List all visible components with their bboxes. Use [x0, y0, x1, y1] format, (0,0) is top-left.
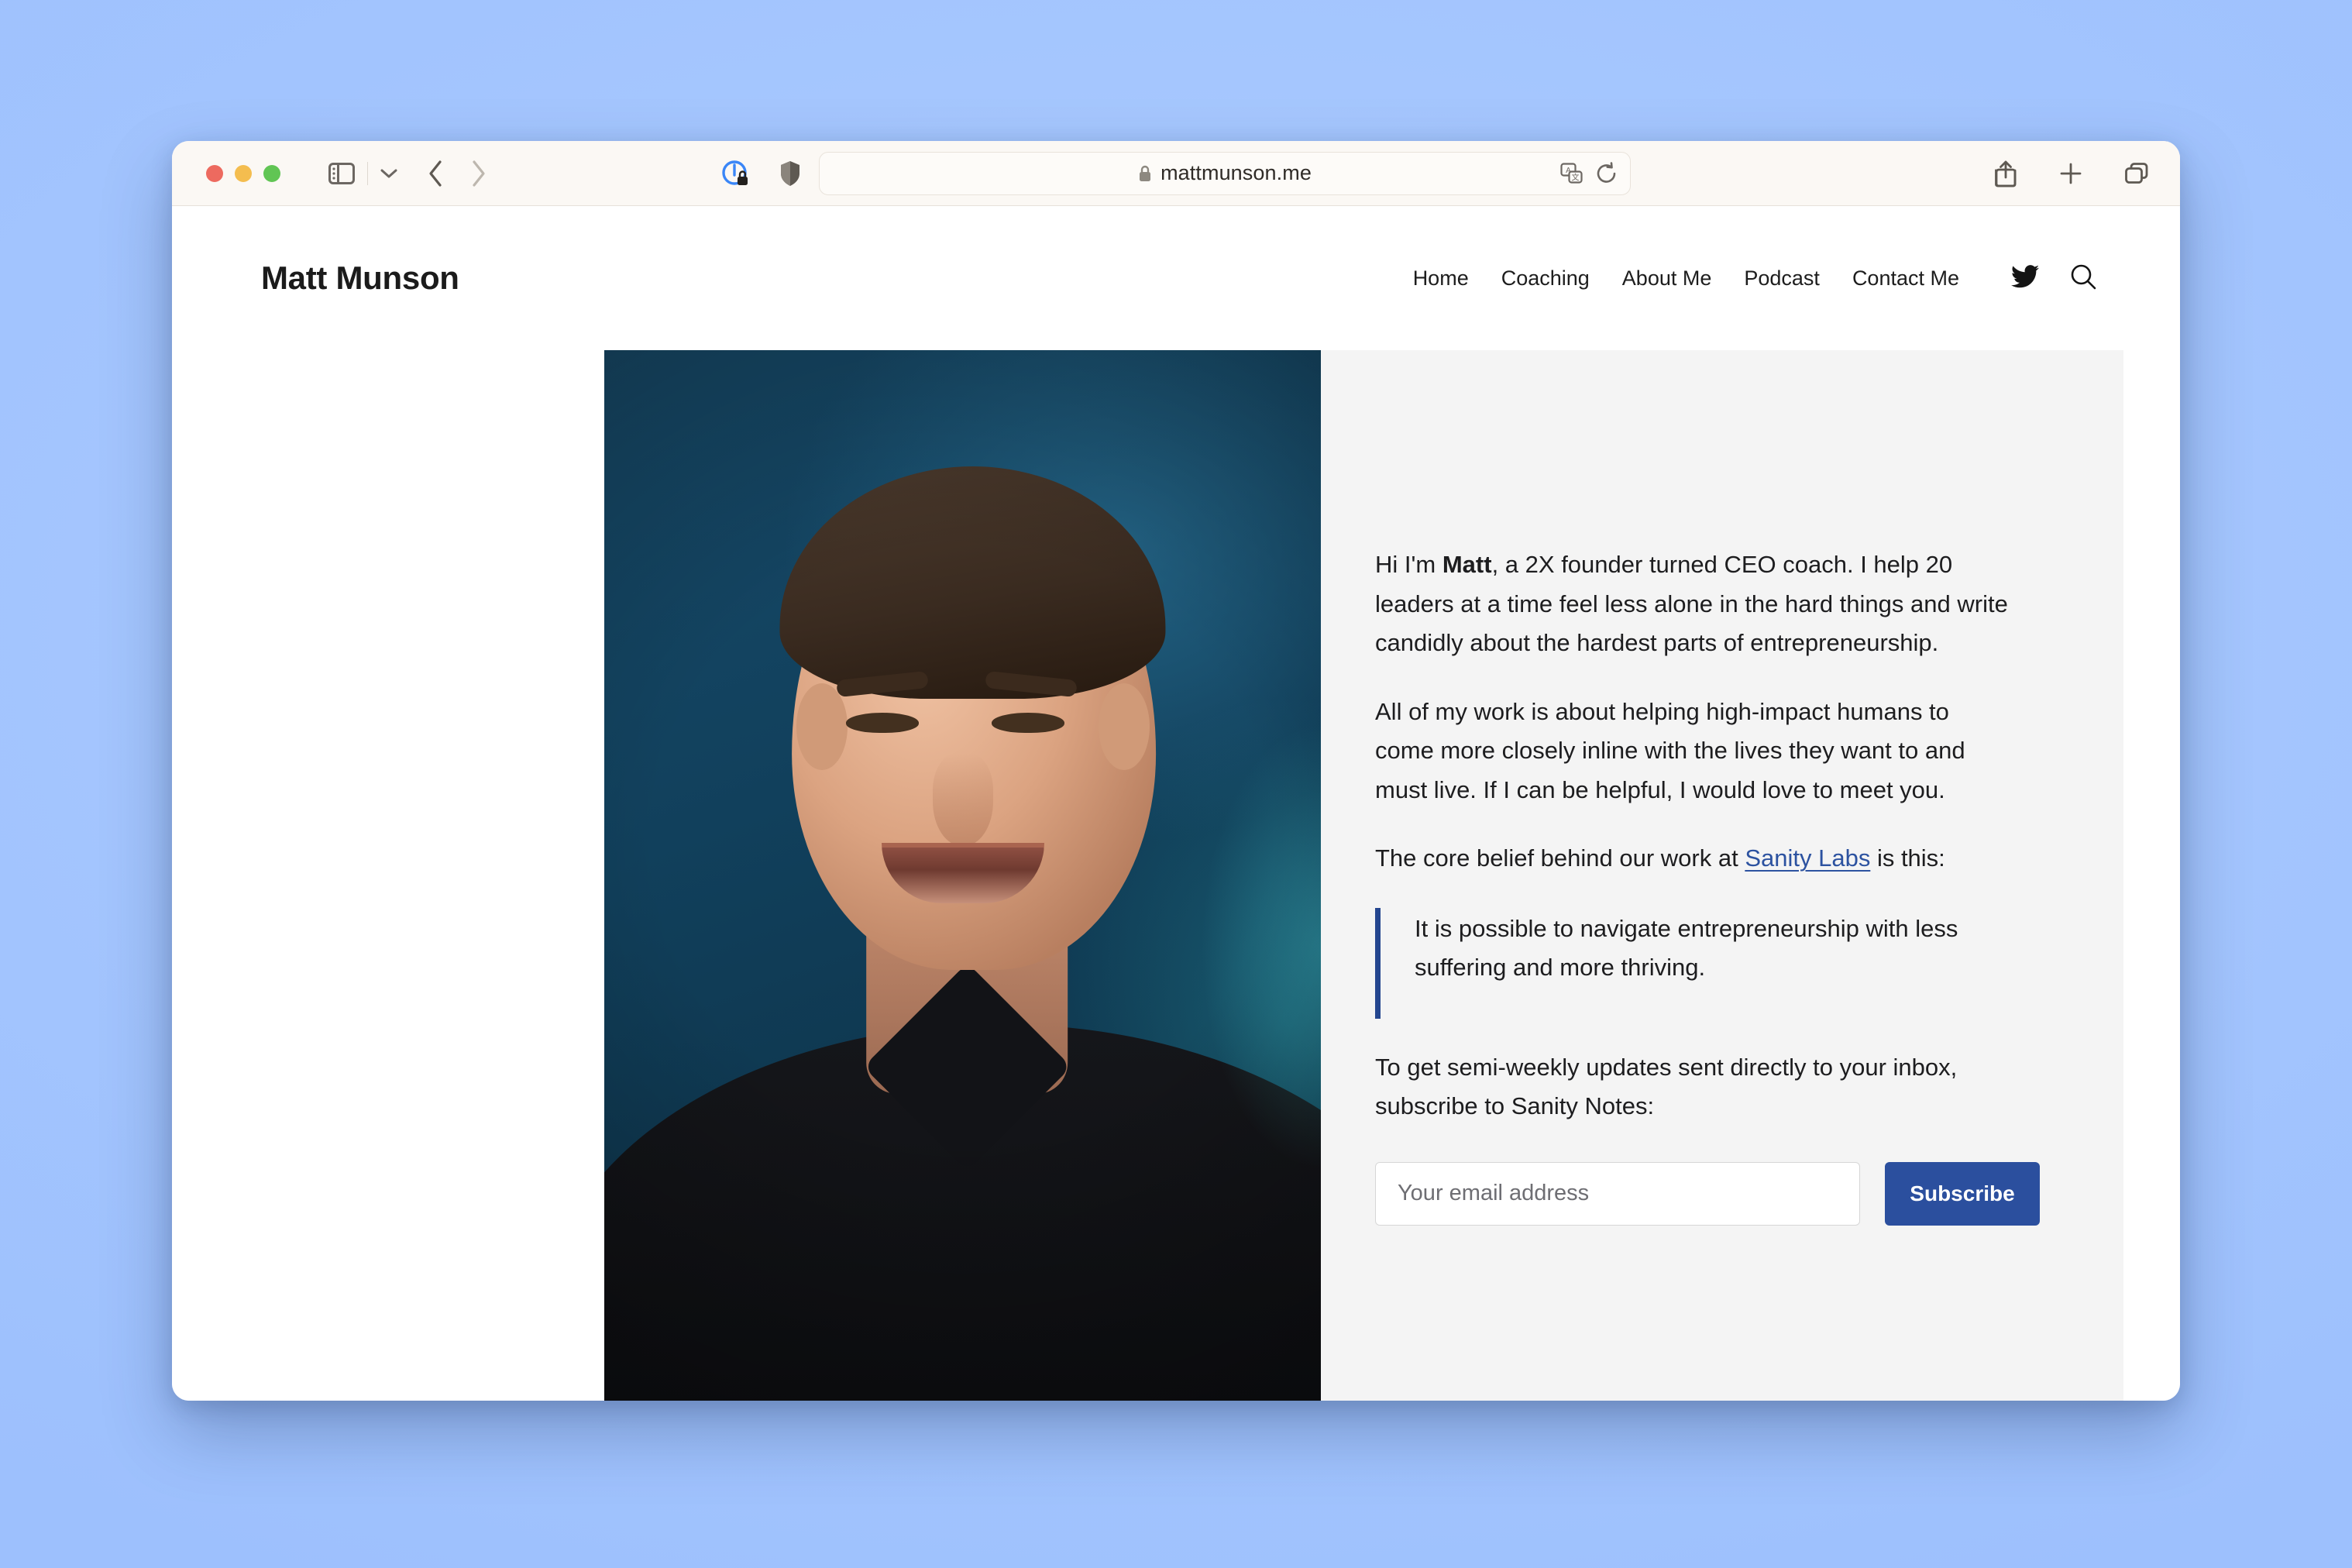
- intro-paragraph: Hi I'm Matt, a 2X founder turned CEO coa…: [1375, 545, 2010, 663]
- address-bar-actions: A 文: [1560, 161, 1618, 185]
- core-belief-quote: It is possible to navigate entrepreneurs…: [1375, 907, 2018, 1019]
- sanity-labs-link[interactable]: Sanity Labs: [1745, 844, 1870, 872]
- email-input[interactable]: [1375, 1161, 1860, 1226]
- browser-toolbar: mattmunson.me A 文: [172, 141, 2180, 206]
- hero-section: Hi I'm Matt, a 2X founder turned CEO coa…: [604, 350, 2123, 1401]
- forward-button[interactable]: [470, 160, 487, 187]
- nav-icon-group: [2011, 263, 2096, 294]
- subscribe-button[interactable]: Subscribe: [1885, 1161, 2040, 1226]
- intro-lead-before: Hi I'm: [1375, 551, 1442, 578]
- subscribe-form: Subscribe: [1375, 1161, 2040, 1226]
- site-navigation: Home Coaching About Me Podcast Contact M…: [1397, 263, 2096, 294]
- sidebar-controls: [328, 161, 397, 185]
- quote-text: It is possible to navigate entrepreneurs…: [1415, 914, 1958, 982]
- web-page: Matt Munson Home Coaching About Me Podca…: [172, 206, 2180, 1401]
- translate-icon[interactable]: A 文: [1560, 162, 1583, 184]
- back-button[interactable]: [427, 160, 444, 187]
- hero-portrait-image: [604, 350, 1321, 1401]
- address-bar-section: mattmunson.me A 文: [721, 151, 1631, 195]
- nav-item-contact-me[interactable]: Contact Me: [1836, 266, 1975, 291]
- url-text: mattmunson.me: [1161, 161, 1312, 184]
- belief-after-link: is this:: [1870, 844, 1945, 872]
- nav-item-podcast[interactable]: Podcast: [1728, 266, 1836, 291]
- intro-name: Matt: [1442, 551, 1492, 578]
- reload-icon[interactable]: [1596, 161, 1618, 185]
- privacy-icon-group: [721, 160, 800, 187]
- close-window-button[interactable]: [206, 164, 223, 182]
- nav-item-home[interactable]: Home: [1397, 266, 1485, 291]
- subscribe-prompt: To get semi-weekly updates sent directly…: [1375, 1053, 1958, 1120]
- toolbar-right-actions: [1994, 160, 2149, 187]
- hero-text-panel: Hi I'm Matt, a 2X founder turned CEO coa…: [1321, 350, 2123, 1401]
- chevron-down-icon[interactable]: [380, 168, 397, 179]
- privacy-report-icon[interactable]: [721, 160, 749, 187]
- navigation-controls: [427, 160, 487, 187]
- window-controls: [206, 164, 280, 182]
- site-brand[interactable]: Matt Munson: [261, 260, 459, 297]
- belief-before-link: The core belief behind our work at: [1375, 844, 1745, 872]
- nav-item-coaching[interactable]: Coaching: [1485, 266, 1606, 291]
- share-icon[interactable]: [1994, 160, 2017, 187]
- zoom-window-button[interactable]: [263, 164, 280, 182]
- twitter-icon[interactable]: [2011, 264, 2039, 292]
- minimize-window-button[interactable]: [235, 164, 252, 182]
- address-bar[interactable]: mattmunson.me A 文: [819, 151, 1631, 195]
- toolbar-divider: [367, 161, 368, 185]
- browser-window: mattmunson.me A 文 Matt Munson Home Coach…: [172, 141, 2180, 1401]
- shield-icon[interactable]: [780, 160, 800, 187]
- plus-icon[interactable]: [2059, 162, 2082, 185]
- sidebar-icon[interactable]: [328, 162, 355, 184]
- lock-icon: [1138, 165, 1152, 182]
- tab-overview-icon[interactable]: [2124, 162, 2149, 185]
- belief-paragraph: The core belief behind our work at Sanit…: [1375, 839, 2010, 879]
- search-icon[interactable]: [2070, 263, 2096, 294]
- portrait-illustration: [604, 350, 1321, 1401]
- url-display: mattmunson.me: [1138, 161, 1312, 185]
- nav-item-about-me[interactable]: About Me: [1606, 266, 1728, 291]
- svg-text:文: 文: [1572, 172, 1580, 182]
- site-header: Matt Munson Home Coaching About Me Podca…: [172, 206, 2180, 350]
- mission-paragraph: All of my work is about helping high-imp…: [1375, 697, 1965, 803]
